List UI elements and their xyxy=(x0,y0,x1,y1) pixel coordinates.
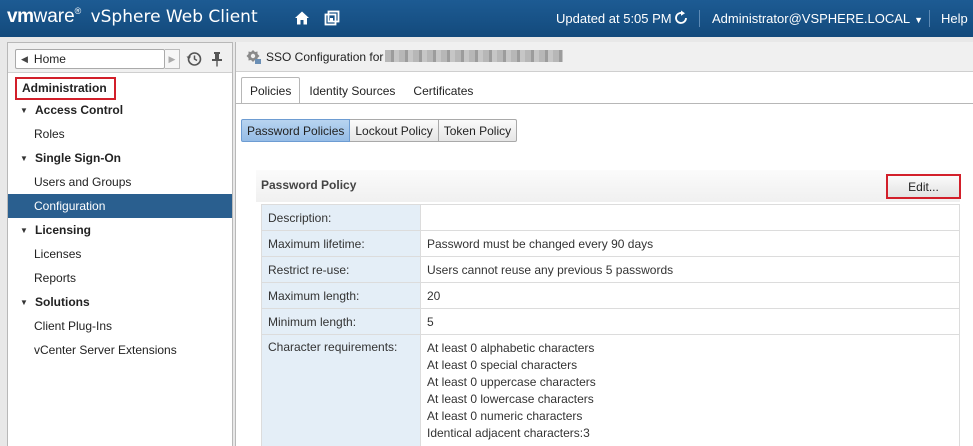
table-row: Restrict re-use: Users cannot reuse any p… xyxy=(261,256,960,283)
home-label: Home xyxy=(33,52,66,66)
user-menu[interactable]: Administrator@VSPHERE.LOCAL ▼ xyxy=(712,11,923,26)
sidebar-item-client-plug-ins[interactable]: Client Plug-Ins xyxy=(8,314,232,338)
tab-certificates[interactable]: Certificates xyxy=(404,77,482,103)
subtab-bar: Password Policies Lockout Policy Token Pol… xyxy=(241,119,518,142)
window-icon[interactable] xyxy=(323,9,341,27)
sidebar-item-label: Licensing xyxy=(35,223,92,237)
product-name: vSphere Web Client xyxy=(90,7,258,27)
administration-heading[interactable]: Administration xyxy=(15,77,116,100)
history-icon[interactable] xyxy=(186,51,202,67)
home-icon[interactable] xyxy=(293,9,311,27)
chevron-left-icon: ◀ xyxy=(21,53,28,64)
sso-config-icon xyxy=(246,50,261,64)
policy-key: Maximum lifetime: xyxy=(261,230,421,257)
table-row: Minimum length: 5 xyxy=(261,308,960,335)
home-back-button[interactable]: ◀ Home xyxy=(15,49,165,69)
pin-icon[interactable] xyxy=(210,51,224,67)
expand-triangle-icon[interactable]: ▼ xyxy=(20,226,32,235)
help-menu[interactable]: Help xyxy=(941,11,968,26)
content-header: SSO Configuration for xyxy=(236,42,973,72)
refresh-icon[interactable] xyxy=(672,9,690,27)
sidebar-item-users-and-groups[interactable]: Users and Groups xyxy=(8,170,232,194)
sidebar-item-vcenter-server-extensions[interactable]: vCenter Server Extensions xyxy=(8,338,232,362)
policy-value xyxy=(420,204,960,231)
table-row: Character requirements: At least 0 alphab… xyxy=(261,334,960,446)
sidebar-item-access-control[interactable]: ▼ Access Control xyxy=(8,98,232,122)
sidebar-item-label: Roles xyxy=(34,127,65,141)
sidebar-item-label: Licenses xyxy=(34,247,82,261)
policy-key: Restrict re-use: xyxy=(261,256,421,283)
brand-logo: vmware® vSphere Web Client xyxy=(7,6,258,28)
user-name: Administrator@VSPHERE.LOCAL xyxy=(712,11,911,26)
brand-vm: vm xyxy=(7,6,34,27)
updated-timestamp: Updated at 5:05 PM xyxy=(556,11,672,26)
sidebar-item-solutions[interactable]: ▼ Solutions xyxy=(8,290,232,314)
subtab-password-policies[interactable]: Password Policies xyxy=(241,119,351,142)
sidebar-item-single-sign-on[interactable]: ▼ Single Sign-On xyxy=(8,146,232,170)
separator xyxy=(699,10,700,27)
subtab-token-policy[interactable]: Token Policy xyxy=(438,119,518,142)
character-requirement: Identical adjacent characters:3 xyxy=(427,426,590,440)
brand-ware: ware xyxy=(33,6,75,27)
character-requirements-list: At least 0 alphabetic characters At least… xyxy=(420,334,960,446)
expand-triangle-icon[interactable]: ▼ xyxy=(20,298,32,307)
chevron-down-icon: ▼ xyxy=(914,15,924,25)
redacted-hostname xyxy=(385,50,564,62)
sidebar-item-reports[interactable]: Reports xyxy=(8,266,232,290)
sidebar-item-roles[interactable]: Roles xyxy=(8,122,232,146)
sidebar-item-label: Client Plug-Ins xyxy=(34,319,113,333)
tab-bar: Policies Identity Sources Certificates xyxy=(241,77,482,104)
table-row: Maximum length: 20 xyxy=(261,282,960,309)
policy-key: Minimum length: xyxy=(261,308,421,335)
navigator-panel: ◀ Home ▶ Administration ▼ Access Control R… xyxy=(7,42,233,446)
tab-divider xyxy=(236,103,973,104)
sidebar-item-label: Solutions xyxy=(35,295,90,309)
sidebar-item-label: Reports xyxy=(34,271,77,285)
policy-key: Maximum length: xyxy=(261,282,421,309)
character-requirement: At least 0 special characters xyxy=(427,358,578,372)
character-requirement: At least 0 uppercase characters xyxy=(427,375,596,389)
table-row: Description: xyxy=(261,204,960,231)
character-requirement: At least 0 lowercase characters xyxy=(427,392,594,406)
policy-value: 20 xyxy=(420,282,960,309)
panel-title: Password Policy xyxy=(261,178,357,192)
password-policy-table: Description: Maximum lifetime: Password mu… xyxy=(261,204,960,446)
character-requirement: At least 0 numeric characters xyxy=(427,409,583,423)
brand-registered: ® xyxy=(74,6,82,16)
navigator-header: ◀ Home ▶ xyxy=(8,43,232,73)
edit-button[interactable]: Edit... xyxy=(886,174,961,199)
main-content: SSO Configuration for Policies Identity S… xyxy=(235,42,973,446)
separator xyxy=(929,10,930,27)
expand-triangle-icon[interactable]: ▼ xyxy=(20,154,32,163)
tab-policies[interactable]: Policies xyxy=(241,77,301,104)
chevron-right-icon: ▶ xyxy=(168,53,176,64)
sidebar-item-label: Access Control xyxy=(35,103,124,117)
policy-value: Password must be changed every 90 days xyxy=(420,230,960,257)
sidebar-item-label: Configuration xyxy=(34,199,106,213)
sidebar-item-configuration[interactable]: Configuration xyxy=(8,194,232,218)
password-policy-header: Password Policy xyxy=(256,170,960,202)
sidebar-item-label: vCenter Server Extensions xyxy=(34,343,177,357)
subtab-lockout-policy[interactable]: Lockout Policy xyxy=(350,119,439,142)
table-row: Maximum lifetime: Password must be change… xyxy=(261,230,960,257)
tab-identity-sources[interactable]: Identity Sources xyxy=(300,77,404,103)
policy-value: 5 xyxy=(420,308,960,335)
policy-value: Users cannot reuse any previous 5 passwo… xyxy=(420,256,960,283)
sidebar-item-licenses[interactable]: Licenses xyxy=(8,242,232,266)
policy-key: Character requirements: xyxy=(261,334,421,446)
sidebar-item-label: Users and Groups xyxy=(34,175,132,189)
sidebar-item-label: Single Sign-On xyxy=(35,151,121,165)
page-title: SSO Configuration for xyxy=(266,50,564,64)
forward-button[interactable]: ▶ xyxy=(165,49,180,69)
expand-triangle-icon[interactable]: ▼ xyxy=(20,106,32,115)
policy-key: Description: xyxy=(261,204,421,231)
character-requirement: At least 0 alphabetic characters xyxy=(427,341,595,355)
sidebar-item-licensing[interactable]: ▼ Licensing xyxy=(8,218,232,242)
top-bar: vmware® vSphere Web Client Updated at 5:… xyxy=(0,0,973,37)
page-title-text: SSO Configuration for xyxy=(266,50,384,64)
